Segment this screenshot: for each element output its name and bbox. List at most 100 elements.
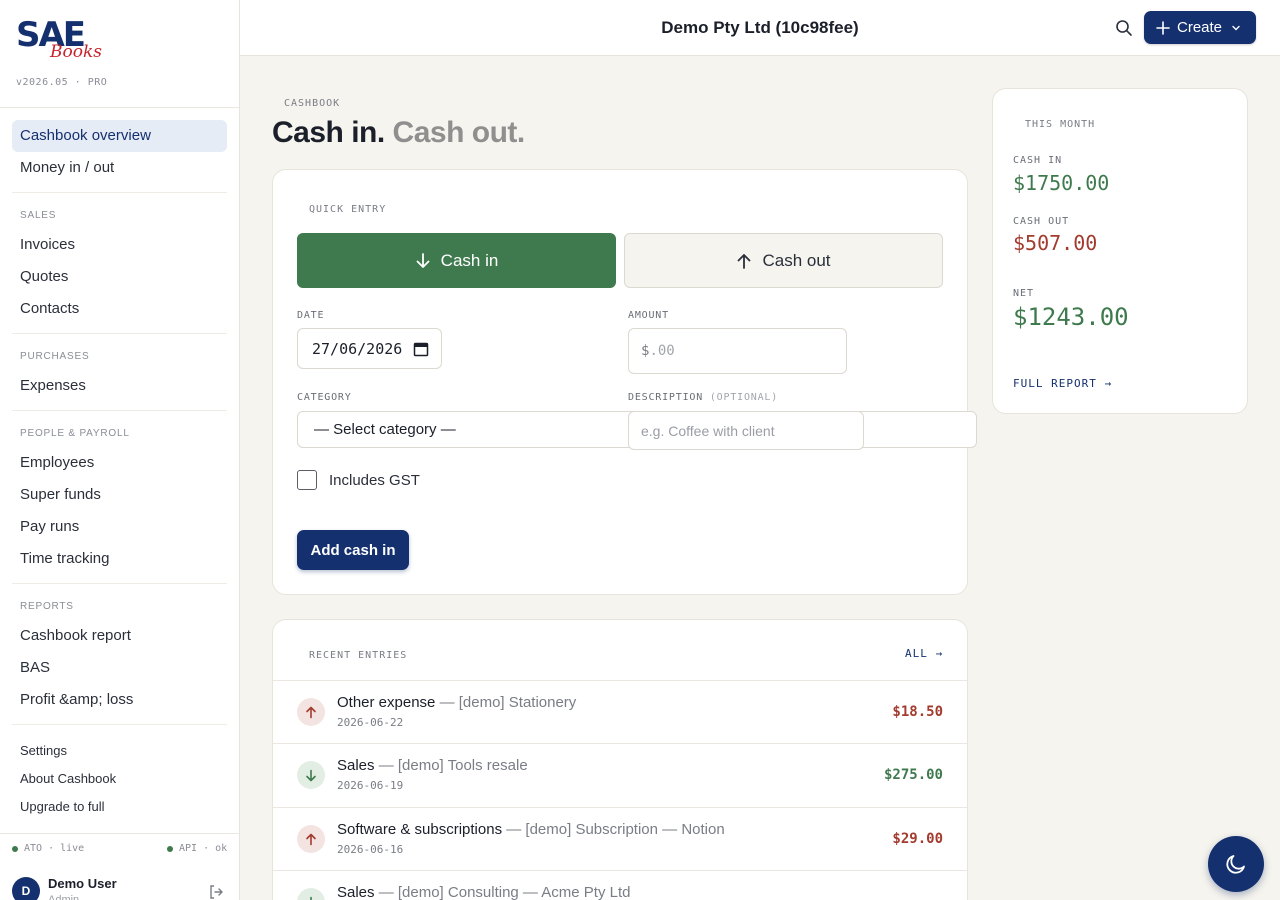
chevron-down-icon xyxy=(1232,25,1240,30)
moon-icon xyxy=(1226,855,1245,874)
sidebar-item-expenses[interactable]: Expenses xyxy=(12,370,227,402)
nav-section-sales: SALES xyxy=(20,210,57,221)
entry-amount: $275.00 xyxy=(883,767,943,783)
gst-checkbox[interactable] xyxy=(297,470,317,490)
arrow-up-icon xyxy=(738,253,751,269)
description-label: DESCRIPTION (OPTIONAL) xyxy=(628,392,778,403)
date-value: 27/06/2026 xyxy=(312,339,403,358)
sidebar-link-settings[interactable]: Settings xyxy=(12,737,227,765)
sidebar-item-cashbook-report[interactable]: Cashbook report xyxy=(12,620,227,652)
arrow-down-icon xyxy=(306,769,316,781)
entry-amount: $18.50 xyxy=(892,704,943,720)
app-logo[interactable]: SAE Books xyxy=(16,18,116,68)
amount-input[interactable]: $ .00 xyxy=(628,328,847,374)
category-value: — Select category — xyxy=(314,421,456,438)
theme-toggle-button[interactable] xyxy=(1208,836,1264,892)
cash-out-toggle[interactable]: Cash out xyxy=(624,233,943,288)
quick-entry-card: QUICK ENTRY Cash in Cash out DATE 27/06/… xyxy=(272,169,977,595)
user-name: Demo User xyxy=(48,876,117,891)
calendar-icon[interactable] xyxy=(413,341,429,357)
cash-out-toggle-label: Cash out xyxy=(762,250,831,270)
page-title-part1: Cash in. xyxy=(272,116,385,149)
nav-separator xyxy=(12,333,227,334)
sidebar-item-cashbook-overview[interactable]: Cashbook overview xyxy=(12,120,227,152)
list-item[interactable]: Sales — [demo] Tools resale 2026-06-19 $… xyxy=(273,743,967,807)
entry-title: Sales — [demo] Tools resale xyxy=(337,757,528,774)
entry-description: — [demo] Stationery xyxy=(435,694,577,711)
sidebar-link-about[interactable]: About Cashbook xyxy=(12,765,227,793)
sidebar-item-money-in-out[interactable]: Money in / out xyxy=(12,152,227,184)
entry-description: — [demo] Consulting — Acme Pty Ltd xyxy=(374,884,631,900)
sidebar-item-super-funds[interactable]: Super funds xyxy=(12,479,227,511)
list-item[interactable]: Software & subscriptions — [demo] Subscr… xyxy=(273,807,967,871)
nav-separator xyxy=(12,724,227,725)
search-icon[interactable] xyxy=(1114,18,1134,38)
recent-entries-card: RECENT ENTRIES ALL → Other expense — [de… xyxy=(272,619,968,900)
entry-category: Other expense xyxy=(337,694,436,711)
sidebar-link-upgrade[interactable]: Upgrade to full xyxy=(12,793,227,821)
entry-date: 2026-06-19 xyxy=(337,779,404,792)
api-status: API · ok xyxy=(167,843,227,854)
gst-label: Includes GST xyxy=(329,471,420,489)
add-cash-in-button[interactable]: Add cash in xyxy=(297,530,409,570)
full-report-link[interactable]: FULL REPORT → xyxy=(1013,377,1112,390)
month-label: THIS MONTH xyxy=(1025,119,1096,130)
sidebar-item-profit-loss[interactable]: Profit &amp; loss xyxy=(12,684,227,716)
sidebar-item-bas[interactable]: BAS xyxy=(12,652,227,684)
top-bar: Demo Pty Ltd (10c98fee) Create xyxy=(240,0,1280,56)
entry-title: Other expense — [demo] Stationery xyxy=(337,694,576,711)
list-item[interactable]: Other expense — [demo] Stationery 2026-0… xyxy=(273,680,967,744)
page-title: Cash in. Cash out. xyxy=(272,116,525,150)
status-dot xyxy=(12,845,18,852)
logo-sub-text: Books xyxy=(50,42,102,62)
quick-entry-label: QUICK ENTRY xyxy=(309,204,387,215)
cash-in-toggle[interactable]: Cash in xyxy=(297,233,616,288)
user-profile[interactable]: D Demo User Admin xyxy=(0,866,239,900)
net-stat-label: NET xyxy=(1013,288,1035,299)
month-summary-card: THIS MONTH CASH IN $1750.00 CASH OUT $50… xyxy=(992,88,1248,414)
cash-out-stat-value: $507.00 xyxy=(1013,231,1098,255)
entry-date: 2026-06-22 xyxy=(337,716,404,729)
sidebar: SAE Books v2026.05 · PRO Cashbook overvi… xyxy=(0,0,240,900)
cash-in-stat-value: $1750.00 xyxy=(1013,171,1110,195)
arrow-down-icon xyxy=(310,896,312,900)
sidebar-item-pay-runs[interactable]: Pay runs xyxy=(12,511,227,543)
date-input[interactable]: 27/06/2026 xyxy=(297,328,442,369)
arrow-down-icon xyxy=(416,252,430,268)
nav-separator xyxy=(12,410,227,411)
sidebar-item-employees[interactable]: Employees xyxy=(12,447,227,479)
user-role: Admin xyxy=(48,894,80,900)
entry-category: Sales xyxy=(337,884,375,900)
cash-in-indicator xyxy=(297,888,325,900)
app-version: v2026.05 · PRO xyxy=(16,77,108,88)
sidebar-item-invoices[interactable]: Invoices xyxy=(12,229,227,261)
list-item[interactable]: Sales — [demo] Consulting — Acme Pty Ltd xyxy=(273,870,967,900)
create-button[interactable]: Create xyxy=(1144,11,1256,44)
entry-date: 2026-06-16 xyxy=(337,843,404,856)
sidebar-item-contacts[interactable]: Contacts xyxy=(12,293,227,325)
all-entries-link[interactable]: ALL → xyxy=(905,647,943,660)
cash-out-indicator xyxy=(297,825,325,853)
status-dot xyxy=(167,845,173,852)
logout-icon[interactable] xyxy=(208,884,224,900)
ato-status: ATO · live xyxy=(12,843,84,854)
amount-placeholder: .00 xyxy=(649,343,675,359)
nav-section-purchases: PURCHASES xyxy=(20,351,90,362)
entry-description: — [demo] Subscription — Notion xyxy=(502,821,725,838)
ato-status-text: ATO · live xyxy=(24,843,85,854)
page-title-part2: Cash out. xyxy=(392,116,526,149)
nav-section-reports: REPORTS xyxy=(20,601,74,612)
sidebar-divider xyxy=(0,833,239,834)
category-label: CATEGORY xyxy=(297,392,352,403)
net-stat-value: $1243.00 xyxy=(1013,303,1129,331)
entry-description: — [demo] Tools resale xyxy=(374,757,528,774)
sidebar-item-quotes[interactable]: Quotes xyxy=(12,261,227,293)
arrow-up-icon xyxy=(306,706,316,718)
gst-checkbox-row[interactable]: Includes GST xyxy=(297,470,420,490)
sidebar-item-time-tracking[interactable]: Time tracking xyxy=(12,543,227,575)
entry-category: Sales xyxy=(337,757,375,774)
currency-symbol: $ xyxy=(641,343,650,359)
description-input[interactable]: e.g. Coffee with client xyxy=(628,411,864,450)
entry-amount: $29.00 xyxy=(892,831,943,847)
nav-separator xyxy=(12,583,227,584)
